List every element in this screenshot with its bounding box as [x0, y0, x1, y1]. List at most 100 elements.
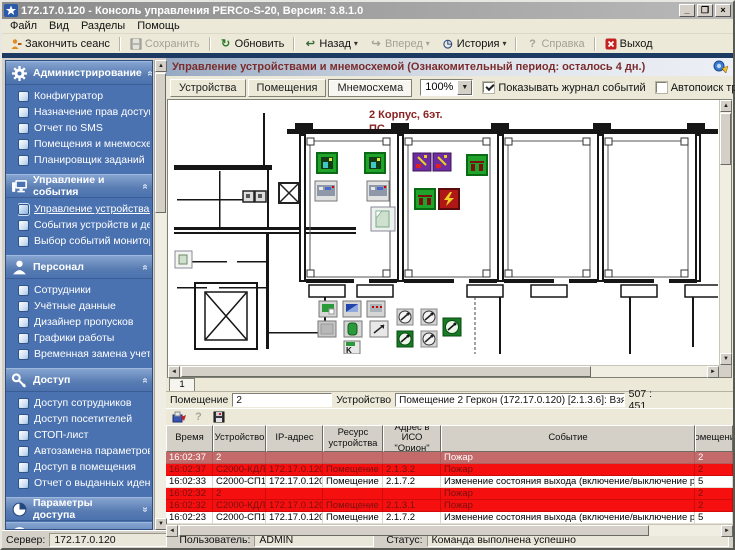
plan-alarm-device-icon[interactable] [415, 189, 435, 209]
collapse-chevron-icon[interactable]: » [140, 183, 151, 189]
sidebar-item-4-6[interactable]: Отчет о выданных идентиф... [18, 475, 150, 491]
sidebar-item-1-4[interactable]: Помещения и мнемосхема [18, 136, 150, 152]
scroll-left-arrow-icon[interactable]: ◄ [166, 525, 178, 537]
plan-vertical-scrollbar[interactable]: ▲ ▼ [719, 100, 731, 365]
sidebar-item-2-1[interactable]: Управление устройствами и... [18, 201, 150, 217]
sidebar-section-header-2[interactable]: Управление и события» [6, 174, 152, 198]
plan-alarm-device-icon[interactable] [467, 155, 487, 175]
plan-fire-device-icon[interactable] [439, 189, 459, 209]
plan-relay-active-icon[interactable] [397, 331, 413, 347]
sidebar-scrollbar[interactable]: ▲ ▼ [154, 60, 166, 530]
sidebar-section-header-5[interactable]: Параметры доступа» [6, 497, 152, 521]
scroll-up-arrow-icon[interactable]: ▲ [720, 100, 732, 112]
checkbox-auto-find-alarm[interactable]: Автопоиск тревожного устройства [656, 82, 735, 94]
tab-мнемосхема[interactable]: Мнемосхема [328, 79, 412, 97]
sidebar-item-4-5[interactable]: Доступ в помещения [18, 459, 150, 475]
sidebar-section-header-1[interactable]: Администрирование» [6, 61, 152, 85]
column-header-5[interactable]: Адрес в ИСО "Орион" [383, 425, 441, 452]
sidebar-item-3-1[interactable]: Сотрудники [18, 282, 150, 298]
plan-addressable-device-icon[interactable] [433, 153, 451, 171]
menu-item-3[interactable]: Разделы [75, 20, 131, 32]
collapse-chevron-icon[interactable]: » [140, 506, 151, 512]
sidebar-item-1-5[interactable]: Планировщик заданий [18, 152, 150, 168]
save-log-icon[interactable] [210, 410, 227, 425]
plan-relay-icon[interactable] [397, 309, 413, 325]
collapse-chevron-icon[interactable]: » [144, 70, 153, 76]
plan-control-panel-icon[interactable] [367, 181, 389, 201]
dropdown-arrow-icon[interactable]: ▾ [426, 39, 430, 48]
checkbox-box[interactable] [656, 82, 667, 93]
print-report-icon[interactable] [170, 410, 187, 425]
menu-item-2[interactable]: Вид [43, 20, 75, 32]
column-header-3[interactable]: IP-адрес [266, 425, 323, 452]
plan-addressable-device-icon[interactable] [413, 153, 431, 171]
sidebar-item-3-3[interactable]: Дизайнер пропусков [18, 314, 150, 330]
назад-button[interactable]: ↩Назад▾ [299, 37, 363, 51]
sidebar-item-4-3[interactable]: СТОП-лист [18, 427, 150, 443]
checkbox-box[interactable] [483, 82, 494, 93]
scroll-down-arrow-icon[interactable]: ▼ [720, 353, 732, 365]
event-row-2[interactable]: 16:02:37С2000-КДЛ172.17.0.120Помещение 2… [166, 464, 733, 476]
chevron-down-icon[interactable]: ▼ [457, 80, 472, 95]
scroll-up-arrow-icon[interactable]: ▲ [155, 60, 167, 72]
collapse-chevron-icon[interactable]: » [140, 377, 151, 383]
scrollbar-thumb[interactable] [155, 73, 166, 213]
column-header-1[interactable]: Время [166, 425, 213, 452]
scroll-left-arrow-icon[interactable]: ◄ [168, 366, 180, 378]
sidebar-section-header-4[interactable]: Доступ» [6, 368, 152, 392]
scroll-right-arrow-icon[interactable]: ► [707, 366, 719, 378]
floor-plan[interactable]: 2 Корпус, 6эт. ПС [169, 101, 718, 364]
sidebar-item-1-1[interactable]: Конфигуратор [18, 88, 150, 104]
checkbox-show-event-log[interactable]: Показывать журнал событий [483, 82, 645, 94]
sidebar-item-3-2[interactable]: Учётные данные [18, 298, 150, 314]
column-header-7[interactable]: Помещение [695, 425, 733, 452]
scrollbar-thumb[interactable] [181, 366, 591, 377]
sidebar-item-2-3[interactable]: Выбор событий мониторинга [18, 233, 150, 249]
обновить-button[interactable]: ↻Обновить [215, 37, 290, 51]
tab-устройства[interactable]: Устройства [170, 79, 246, 97]
выход-button[interactable]: Выход [600, 37, 658, 51]
menu-item-4[interactable]: Помощь [131, 20, 186, 32]
закончить-сеанс-button[interactable]: Закончить сеанс [5, 37, 115, 51]
история-button[interactable]: ◷История▾ [437, 37, 512, 51]
event-row-6[interactable]: 16:02:23С2000-СП1172.17.0.120Помещение 2… [166, 512, 733, 524]
scroll-right-arrow-icon[interactable]: ► [721, 525, 733, 537]
minimize-button[interactable]: _ [679, 4, 695, 17]
plan-relay-icon[interactable] [421, 331, 437, 347]
column-header-6[interactable]: Событие [441, 425, 695, 452]
table-horizontal-scrollbar[interactable]: ◄ ► [166, 524, 733, 536]
monitor-events-icon[interactable] [713, 60, 729, 74]
event-row-1[interactable]: 16:02:372Пожар2 [166, 452, 733, 464]
sidebar-item-1-3[interactable]: Отчет по SMS [18, 120, 150, 136]
scrollbar-thumb[interactable] [179, 525, 649, 536]
plan-horizontal-scrollbar[interactable]: ◄ ► [168, 365, 719, 377]
sidebar-item-2-2[interactable]: События устройств и дейст... [18, 217, 150, 233]
plan-page-tab-1[interactable]: 1 [169, 378, 195, 391]
sidebar-item-1-2[interactable]: Назначение прав доступа о... [18, 104, 150, 120]
event-row-4[interactable]: 16:02:322Пожар2 [166, 488, 733, 500]
event-row-3[interactable]: 16:02:33С2000-СП1172.17.0.120Помещение 2… [166, 476, 733, 488]
plan-panel-cluster[interactable]: K [318, 301, 388, 354]
sidebar-section-header-3[interactable]: Персонал» [6, 255, 152, 279]
plan-wall-device-icon[interactable] [175, 251, 192, 268]
plan-relay-active-icon[interactable] [443, 318, 461, 336]
plan-io-module-icon[interactable] [371, 207, 395, 231]
dropdown-arrow-icon[interactable]: ▾ [354, 39, 358, 48]
help-icon[interactable]: ? [190, 410, 207, 425]
zoom-select[interactable]: 100%▼ [420, 79, 473, 96]
menu-item-1[interactable]: Файл [4, 20, 43, 32]
plan-smoke-detector-icon[interactable] [365, 153, 385, 173]
scrollbar-thumb[interactable] [720, 113, 731, 165]
sidebar-section-header-6[interactable]: Дисциплина» [6, 522, 152, 530]
sidebar-item-4-4[interactable]: Автозамена параметров до... [18, 443, 150, 459]
column-header-2[interactable]: Устройство [213, 425, 266, 452]
plan-relay-icon[interactable] [421, 309, 437, 325]
sidebar-item-3-5[interactable]: Временная замена учетных ... [18, 346, 150, 362]
plan-device-pair-icon[interactable] [243, 191, 266, 202]
sidebar-item-4-1[interactable]: Доступ сотрудников [18, 395, 150, 411]
sidebar-item-3-4[interactable]: Графики работы [18, 330, 150, 346]
event-row-5[interactable]: 16:02:32С2000-КДЛ172.17.0.120Помещение 2… [166, 500, 733, 512]
collapse-chevron-icon[interactable]: » [140, 264, 151, 270]
dropdown-arrow-icon[interactable]: ▾ [502, 39, 506, 48]
close-button[interactable]: × [715, 4, 731, 17]
